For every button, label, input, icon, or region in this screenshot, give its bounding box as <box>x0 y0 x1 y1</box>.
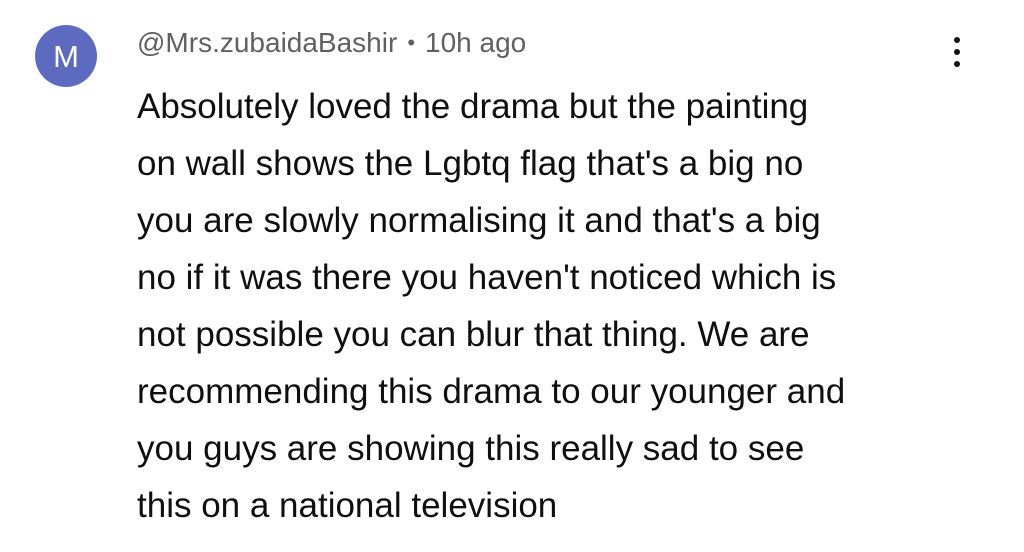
comment-text-line: not possible you can blur that thing. We… <box>137 315 810 354</box>
comment-text: Absolutely loved the drama but the paint… <box>137 78 997 534</box>
comment-time[interactable]: 10h ago <box>425 27 526 59</box>
comment-header: @Mrs.zubaidaBashir • 10h ago <box>137 23 526 63</box>
vertical-ellipsis-icon <box>954 61 960 67</box>
comment-text-line: recommending this drama to our younger a… <box>137 372 846 411</box>
comment-text-line: you guys are showing this really sad to … <box>137 429 805 468</box>
author-handle[interactable]: @Mrs.zubaidaBashir <box>137 27 397 59</box>
meta-separator: • <box>407 30 416 55</box>
comment-text-line: Absolutely loved the drama but the paint… <box>137 87 809 126</box>
avatar-letter: M <box>53 38 79 74</box>
comment-text-line: no if it was there you haven't noticed w… <box>137 258 837 297</box>
vertical-ellipsis-icon <box>954 37 960 43</box>
more-options-button[interactable] <box>940 32 974 72</box>
comment: M @Mrs.zubaidaBashir • 10h ago Absolutel… <box>0 0 1024 552</box>
vertical-ellipsis-icon <box>954 49 960 55</box>
comment-text-line: this on a national television <box>137 486 558 525</box>
comment-text-line: on wall shows the Lgbtq flag that's a bi… <box>137 144 804 183</box>
comment-text-line: you are slowly normalising it and that's… <box>137 201 821 240</box>
avatar[interactable]: M <box>35 25 97 87</box>
